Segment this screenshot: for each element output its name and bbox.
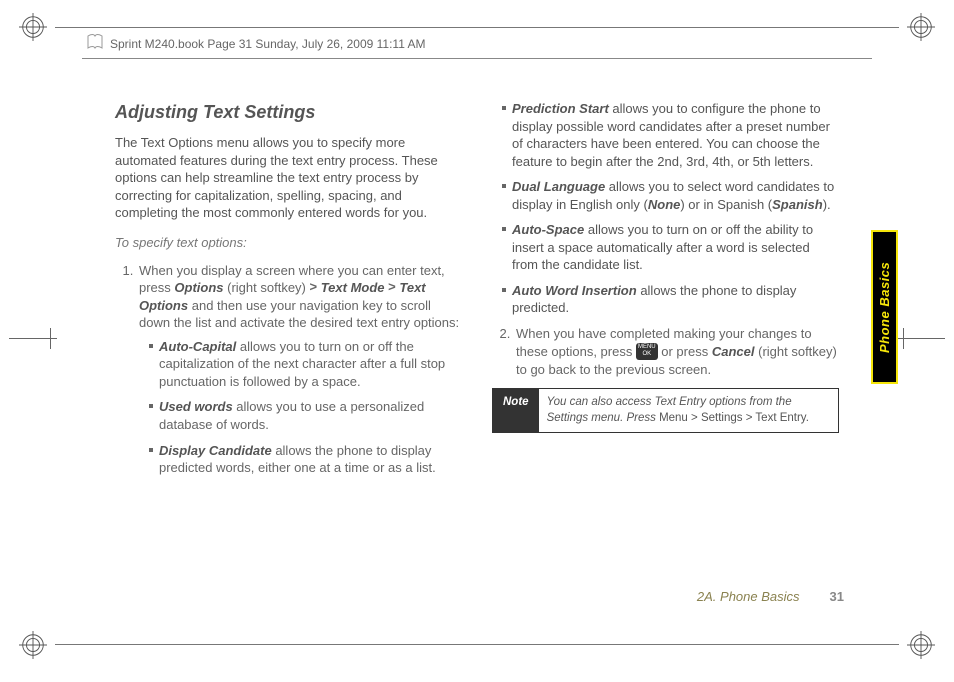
option-desc: ) or in Spanish ( [680,197,772,212]
option-item: Dual Language allows you to select word … [502,178,839,213]
crop-hair-icon [9,338,57,339]
note-label: Note [493,389,539,432]
intro-paragraph: The Text Options menu allows you to spec… [115,134,462,222]
option-term: Used words [159,399,233,414]
crop-mark-icon [18,12,48,42]
option-item: Auto-Space allows you to turn on or off … [502,221,839,274]
note-body: You can also access Text Entry options f… [539,389,838,432]
step-1: When you display a screen where you can … [137,262,462,477]
option-term: Auto-Capital [159,339,236,354]
book-header: Sprint M240.book Page 31 Sunday, July 26… [82,33,872,59]
option-term: Auto Word Insertion [512,283,637,298]
option-value: Spanish [772,197,823,212]
page-footer: 2A. Phone Basics 31 [697,589,844,604]
crop-mark-icon [906,630,936,660]
step-2: When you have completed making your chan… [514,325,839,378]
option-item: Auto Word Insertion allows the phone to … [502,282,839,317]
option-desc: ). [823,197,831,212]
crop-hair-icon [897,338,945,339]
chevron-right-icon: > [310,279,318,294]
crop-mark-icon [18,630,48,660]
option-term: Dual Language [512,179,605,194]
softkey-label: Cancel [712,344,755,359]
option-item: Display Candidate allows the phone to di… [149,442,462,477]
option-term: Auto-Space [512,222,584,237]
menu-path: Menu [659,412,688,424]
menu-ok-key-icon: MENUOK [636,343,658,360]
section-heading: Adjusting Text Settings [115,100,462,124]
step-text: and then use your navigation key to scro… [139,298,459,331]
footer-section: 2A. Phone Basics [697,589,800,604]
crop-divider [55,644,899,645]
crop-mark-icon [906,12,936,42]
option-value: None [648,197,681,212]
crop-divider [55,27,899,28]
chevron-right-icon: > [743,412,756,424]
option-item: Used words allows you to use a personali… [149,398,462,433]
note-box: Note You can also access Text Entry opti… [492,388,839,433]
menu-path: Text Entry [755,412,805,424]
option-term: Display Candidate [159,443,272,458]
book-header-text: Sprint M240.book Page 31 Sunday, July 26… [110,37,426,51]
page-number: 31 [830,589,844,604]
menu-path: Settings [701,412,743,424]
book-icon [86,33,104,54]
procedure-subhead: To specify text options: [115,234,462,252]
note-text: . [806,412,809,424]
softkey-label: Options [174,280,223,295]
chevron-right-icon: > [688,412,701,424]
option-item: Auto-Capital allows you to turn on or of… [149,338,462,391]
step-text: (right softkey) [227,280,309,295]
option-item: Prediction Start allows you to configure… [502,100,839,170]
side-tab-phone-basics: Phone Basics [871,230,898,384]
option-term: Prediction Start [512,101,609,116]
step-text: or press [661,344,712,359]
chevron-right-icon: > [388,279,399,294]
menu-path: Text Mode [321,280,385,295]
